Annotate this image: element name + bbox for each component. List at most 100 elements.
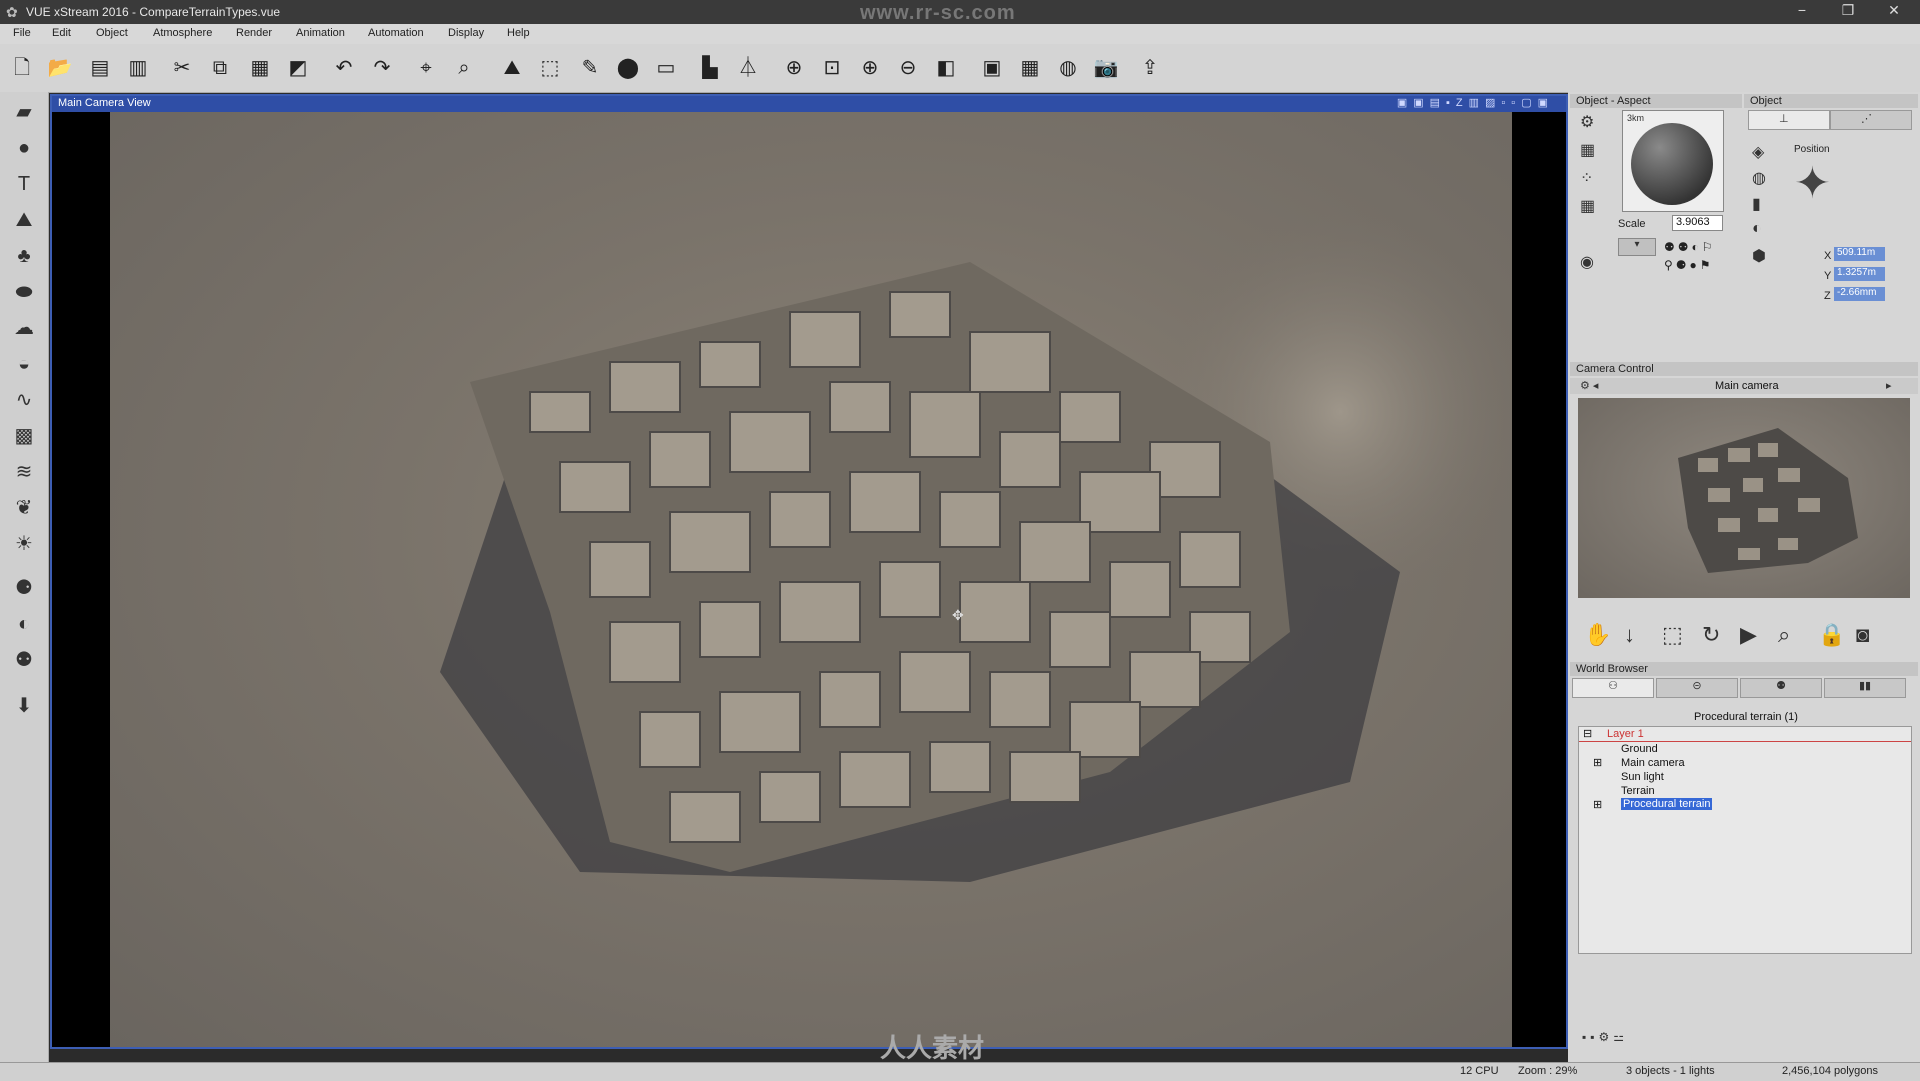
move-down-icon[interactable]: ↓ bbox=[1624, 622, 1635, 648]
menu-automation[interactable]: Automation bbox=[368, 27, 424, 39]
tab-links[interactable]: ⚉ bbox=[1740, 678, 1822, 698]
tree-item-label[interactable]: Sun light bbox=[1621, 771, 1664, 783]
main-camera-viewport[interactable]: ✥ bbox=[52, 112, 1566, 1047]
preview-icon[interactable]: ◍ bbox=[1054, 54, 1082, 82]
metablob-icon[interactable]: ⚈ bbox=[10, 574, 38, 602]
menu-file[interactable]: File bbox=[13, 27, 31, 39]
tab-animation[interactable]: ⋰ bbox=[1830, 110, 1912, 130]
snapshot-icon[interactable]: ◙ bbox=[1856, 622, 1869, 648]
zoom-icon[interactable]: ⌕ bbox=[1778, 622, 1790, 648]
object-tool-icon[interactable]: ▮ bbox=[1752, 194, 1761, 214]
frame-select-icon[interactable]: ⬚ bbox=[1662, 622, 1683, 648]
material-options-icon[interactable]: ⚉⚉◐⚐ bbox=[1664, 240, 1716, 254]
tree-item-label[interactable]: Procedural terrain bbox=[1621, 798, 1713, 810]
curve-icon[interactable]: ∿ bbox=[10, 386, 38, 414]
light-icon[interactable]: ☀ bbox=[10, 530, 38, 558]
next-camera-icon[interactable]: ▸ bbox=[1886, 379, 1892, 392]
grid-icon[interactable]: ▦ bbox=[1016, 54, 1044, 82]
material-preview[interactable]: 3km bbox=[1622, 110, 1724, 212]
position-gizmo-icon[interactable]: ✦ bbox=[1794, 158, 1831, 209]
terrain-tool-icon[interactable]: ⛰ bbox=[10, 206, 38, 234]
duplicate-icon[interactable]: ◩ bbox=[284, 54, 312, 82]
expand-icon[interactable]: ⊞ bbox=[1593, 756, 1602, 769]
text-icon[interactable]: T bbox=[10, 170, 38, 198]
camera-settings-icon[interactable]: ⚙ ◂ bbox=[1580, 379, 1598, 392]
plant-icon[interactable]: ❦ bbox=[10, 494, 38, 522]
tree-item-label[interactable]: Ground bbox=[1621, 743, 1658, 755]
zoom-in-icon[interactable]: ⊕ bbox=[856, 54, 884, 82]
pan-icon[interactable]: ✋ bbox=[1584, 622, 1611, 648]
material-options-icon[interactable]: ⚲⚈●⚑ bbox=[1664, 258, 1714, 272]
tab-objects[interactable]: ⚇ bbox=[1572, 678, 1654, 698]
object-import-icon[interactable]: ▩ bbox=[10, 422, 38, 450]
align-icon[interactable]: ▙ bbox=[696, 54, 724, 82]
object-tool-icon[interactable]: ◍ bbox=[1752, 168, 1766, 188]
tab-materials[interactable]: ⊝ bbox=[1656, 678, 1738, 698]
new-file-icon[interactable]: 🗋 bbox=[8, 54, 36, 82]
object-tool-icon[interactable]: ◐ bbox=[1752, 220, 1762, 238]
load-object-icon[interactable]: ⬇ bbox=[10, 692, 38, 720]
close-button[interactable]: ✕ bbox=[1876, 2, 1912, 22]
paste-icon[interactable]: ▦ bbox=[246, 54, 274, 82]
redo-icon[interactable]: ↷ bbox=[368, 54, 396, 82]
hypertexture-icon[interactable]: ⚉ bbox=[10, 646, 38, 674]
aspect-tool-icon[interactable]: ⁘ bbox=[1580, 168, 1593, 188]
scale-input[interactable]: 3.9063 bbox=[1672, 215, 1723, 231]
frame-icon[interactable]: ⊡ bbox=[818, 54, 846, 82]
rotate-icon[interactable]: ↻ bbox=[1702, 622, 1720, 648]
tree-item-label[interactable]: Terrain bbox=[1621, 785, 1655, 797]
menu-display[interactable]: Display bbox=[448, 27, 484, 39]
rock-icon[interactable]: ⬬ bbox=[10, 278, 38, 306]
layout-icon[interactable]: ◧ bbox=[932, 54, 960, 82]
tree-icon[interactable]: ♣ bbox=[10, 242, 38, 270]
menu-render[interactable]: Render bbox=[236, 27, 272, 39]
wind-icon[interactable]: ≋ bbox=[10, 458, 38, 486]
viewport-controls-icon[interactable]: ▣▣▤▪Z▥▨▫▫▢▣ bbox=[1397, 96, 1554, 109]
mirror-icon[interactable]: ⏃ bbox=[734, 54, 762, 82]
maximize-button[interactable]: ❐ bbox=[1830, 2, 1866, 22]
lock-icon[interactable]: 🔒 bbox=[1818, 622, 1845, 648]
copy-icon[interactable]: ⧉ bbox=[206, 54, 234, 82]
plane-icon[interactable]: ▰ bbox=[10, 98, 38, 126]
tree-item-label[interactable]: Main camera bbox=[1621, 757, 1685, 769]
play-icon[interactable]: ▶ bbox=[1740, 622, 1757, 648]
y-input[interactable]: 1.3257m bbox=[1834, 267, 1885, 281]
cloud-icon[interactable]: ☁ bbox=[10, 314, 38, 342]
boolean-icon[interactable]: ◐ bbox=[10, 610, 38, 638]
globe-icon[interactable]: ⊕ bbox=[780, 54, 808, 82]
save-icon[interactable]: ▤ bbox=[86, 54, 114, 82]
material-icon[interactable]: ⬤ bbox=[614, 54, 642, 82]
rendered-scene[interactable]: ✥ bbox=[110, 112, 1530, 1047]
expand-icon[interactable]: ⊞ bbox=[1593, 798, 1602, 811]
aspect-tool-icon[interactable]: ▦ bbox=[1580, 196, 1595, 216]
menu-edit[interactable]: Edit bbox=[52, 27, 71, 39]
aspect-tool-icon[interactable]: ⚙ bbox=[1580, 112, 1594, 132]
cut-icon[interactable]: ✂ bbox=[168, 54, 196, 82]
minimize-button[interactable]: − bbox=[1784, 2, 1820, 22]
object-tool-icon[interactable]: ◈ bbox=[1752, 142, 1764, 162]
menu-atmosphere[interactable]: Atmosphere bbox=[153, 27, 212, 39]
object-tool-icon[interactable]: ⬢ bbox=[1752, 246, 1766, 266]
terrain-icon[interactable]: ⛰ bbox=[498, 54, 526, 82]
camera-selector[interactable]: ⚙ ◂ Main camera ▸ bbox=[1570, 378, 1918, 394]
film-icon[interactable]: ▭ bbox=[652, 54, 680, 82]
list-item[interactable]: ⊟ Layer 1 bbox=[1579, 727, 1911, 742]
cube-icon[interactable]: ⬚ bbox=[536, 54, 564, 82]
camera-preview[interactable] bbox=[1578, 398, 1910, 598]
menu-help[interactable]: Help bbox=[507, 27, 530, 39]
tab-stats[interactable]: ▮▮ bbox=[1824, 678, 1906, 698]
save-as-icon[interactable]: ▥ bbox=[124, 54, 152, 82]
undo-icon[interactable]: ↶ bbox=[330, 54, 358, 82]
zoom-out-icon[interactable]: ⊖ bbox=[894, 54, 922, 82]
expand-icon[interactable]: ⊟ bbox=[1583, 727, 1592, 740]
sphere-icon[interactable]: ● bbox=[10, 134, 38, 162]
brush-icon[interactable]: ✎ bbox=[576, 54, 604, 82]
pick-icon[interactable]: ⌕ bbox=[450, 54, 478, 82]
render-area-icon[interactable]: ▣ bbox=[978, 54, 1006, 82]
mapping-select[interactable]: ▾ bbox=[1618, 238, 1656, 256]
tab-position[interactable]: ⊥ bbox=[1748, 110, 1830, 130]
water-icon[interactable]: ◒ bbox=[10, 350, 38, 378]
export-icon[interactable]: ⇪ bbox=[1136, 54, 1164, 82]
aspect-tool-icon[interactable]: ◉ bbox=[1580, 252, 1594, 272]
x-input[interactable]: 509.11m bbox=[1834, 247, 1885, 261]
